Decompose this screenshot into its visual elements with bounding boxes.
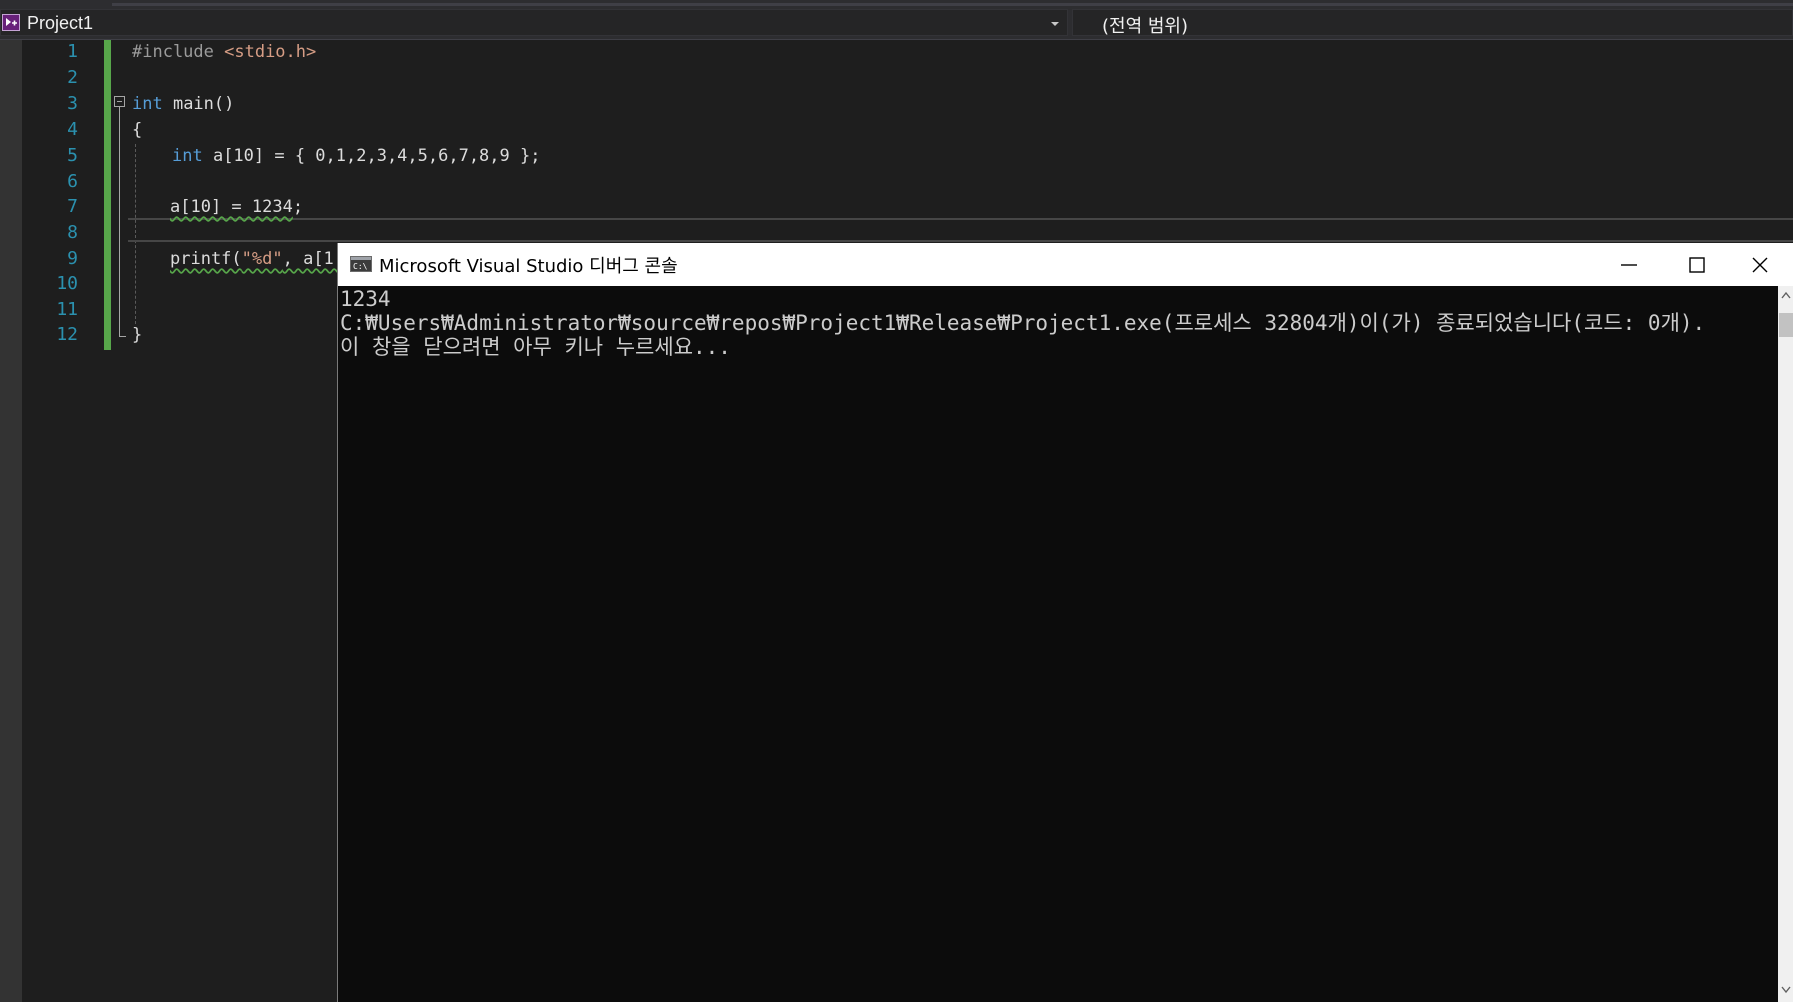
code-line-9: printf("%d", a[1( bbox=[170, 246, 344, 272]
navigation-bar: Project1 (전역 범위) bbox=[0, 6, 1793, 40]
line-number: 9 bbox=[67, 248, 78, 269]
line-number: 10 bbox=[56, 273, 78, 294]
project-dropdown[interactable]: Project1 bbox=[0, 9, 1068, 36]
outline-end bbox=[119, 336, 126, 337]
change-tracking-bar bbox=[104, 40, 111, 350]
console-title: Microsoft Visual Studio 디버그 콘솔 bbox=[379, 256, 678, 277]
line-number: 3 bbox=[67, 93, 78, 114]
console-scrollbar[interactable] bbox=[1778, 286, 1793, 1002]
code-line-12: } bbox=[132, 322, 142, 348]
collapse-icon[interactable] bbox=[114, 96, 125, 107]
chevron-down-icon[interactable] bbox=[1048, 19, 1062, 29]
include-path: <stdio.h> bbox=[224, 42, 317, 62]
code-text: } bbox=[132, 325, 143, 345]
scroll-up-icon[interactable] bbox=[1781, 291, 1791, 299]
keyword: int bbox=[172, 146, 203, 166]
warning-squiggle-text: , a[1( bbox=[282, 249, 345, 269]
line-number: 5 bbox=[67, 145, 78, 166]
console-output[interactable]: 1234 C:₩Users₩Administrator₩source₩repos… bbox=[338, 286, 1774, 1002]
line-numbers: 1 2 3 4 5 6 7 8 9 10 11 12 bbox=[22, 40, 78, 1002]
code-line-1: #include <stdio.h> bbox=[132, 39, 316, 65]
code-line-5: int a[10] = { 0,1,2,3,4,5,6,7,8,9 }; bbox=[172, 143, 540, 169]
maximize-icon bbox=[1689, 257, 1705, 273]
editor-margin bbox=[0, 40, 22, 1002]
code-text: ; bbox=[292, 197, 304, 217]
console-app-icon: C:\ bbox=[350, 256, 372, 272]
warning-squiggle-text: printf( bbox=[170, 249, 242, 269]
project-label: Project1 bbox=[27, 13, 94, 33]
minimize-icon bbox=[1621, 264, 1637, 266]
line-number: 6 bbox=[67, 171, 78, 192]
line-number: 1 bbox=[67, 41, 78, 62]
svg-text:C:\: C:\ bbox=[353, 262, 368, 271]
code-line-4: { bbox=[132, 117, 142, 143]
minimize-button[interactable] bbox=[1595, 243, 1663, 286]
line-number: 12 bbox=[56, 324, 78, 345]
string-literal: "%d" bbox=[241, 249, 283, 269]
line-number: 2 bbox=[67, 67, 78, 88]
warning-squiggle-text: a[10] = 1234 bbox=[170, 197, 293, 217]
scope-label: (전역 범위) bbox=[1102, 16, 1189, 37]
console-titlebar[interactable]: C:\ Microsoft Visual Studio 디버그 콘솔 bbox=[338, 243, 1793, 286]
scroll-down-icon[interactable] bbox=[1781, 986, 1791, 994]
close-icon bbox=[1752, 257, 1768, 273]
line-number: 11 bbox=[56, 299, 78, 320]
scope-dropdown[interactable]: (전역 범위) bbox=[1072, 9, 1793, 37]
keyword: int bbox=[132, 94, 163, 114]
project-icon bbox=[2, 14, 20, 31]
outline-line bbox=[119, 107, 120, 337]
scrollbar-thumb[interactable] bbox=[1779, 313, 1793, 337]
line-number: 4 bbox=[67, 119, 78, 140]
current-line-highlight bbox=[128, 218, 1793, 242]
code-line-7: a[10] = 1234; bbox=[170, 194, 303, 220]
console-output-line: 이 창을 닫으려면 아무 키나 누르세요... bbox=[340, 335, 731, 359]
line-number: 7 bbox=[67, 196, 78, 217]
maximize-button[interactable] bbox=[1663, 243, 1731, 286]
visual-studio-window: Project1 (전역 범위) 1 2 3 4 5 6 7 8 9 10 11… bbox=[0, 0, 1793, 1002]
preprocessor-directive: #include bbox=[132, 42, 225, 62]
code-line-3: int main() bbox=[132, 91, 234, 117]
close-button[interactable] bbox=[1726, 243, 1793, 286]
code-text: a[10] = { 0,1,2,3,4,5,6,7,8,9 }; bbox=[202, 146, 541, 166]
console-output-line: 1234 bbox=[340, 287, 391, 311]
debug-console-window[interactable]: C:\ Microsoft Visual Studio 디버그 콘솔 1234 … bbox=[337, 243, 1793, 1002]
code-text: main() bbox=[162, 94, 235, 114]
line-number: 8 bbox=[67, 222, 78, 243]
code-text: { bbox=[132, 120, 143, 140]
console-output-line: C:₩Users₩Administrator₩source₩repos₩Proj… bbox=[340, 311, 1706, 335]
